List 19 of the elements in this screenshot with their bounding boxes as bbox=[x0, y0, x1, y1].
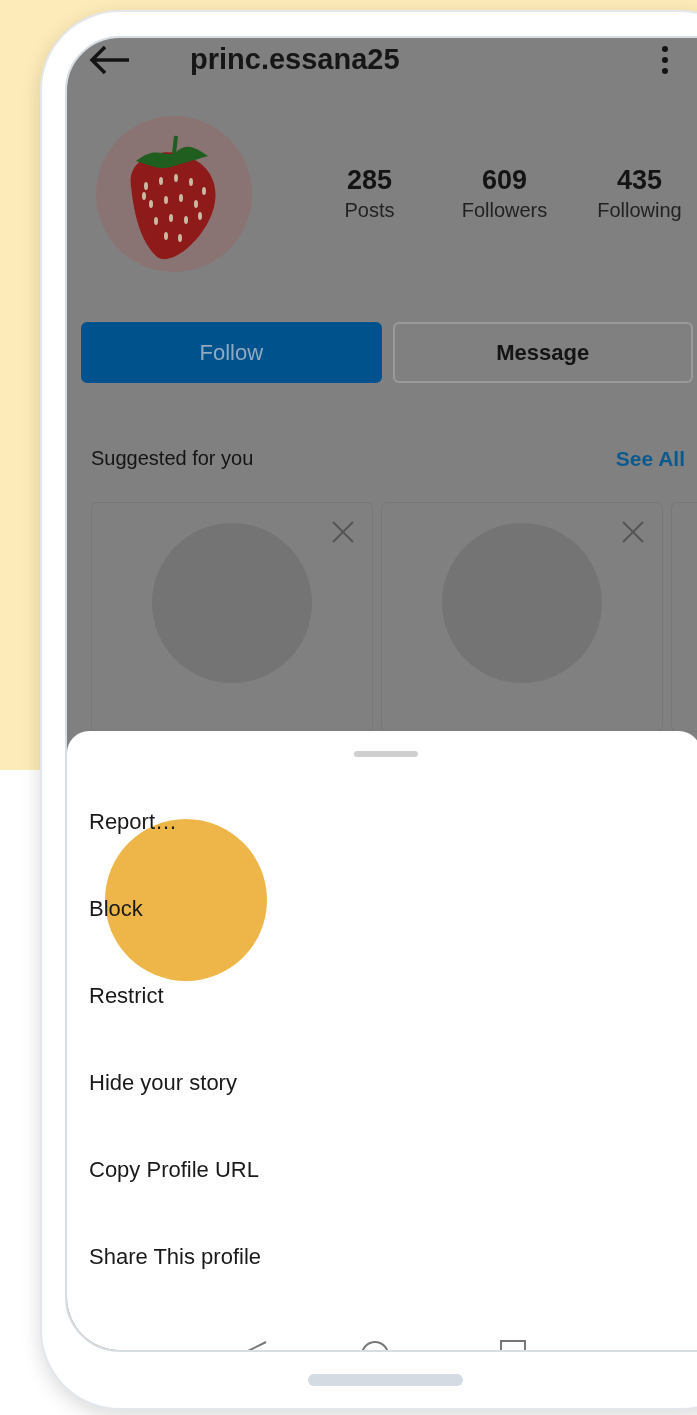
menu-item[interactable]: Report… bbox=[89, 809, 178, 835]
menu-item[interactable]: Hide your story bbox=[89, 1070, 237, 1096]
nav-recents-icon[interactable] bbox=[500, 1340, 526, 1350]
sheet-handle[interactable] bbox=[354, 751, 418, 757]
menu-item[interactable]: Copy Profile URL bbox=[89, 1157, 259, 1183]
message-button[interactable]: Message bbox=[392, 321, 693, 383]
stat-label: Posts bbox=[344, 197, 395, 223]
stat-label: Followers bbox=[461, 197, 548, 223]
more-options-icon[interactable] bbox=[661, 44, 669, 75]
stat-count: 285 bbox=[346, 163, 393, 196]
profile-username: princ.essana25 bbox=[190, 42, 400, 77]
stat-label: Following bbox=[597, 197, 682, 223]
stat-count: 435 bbox=[616, 163, 663, 196]
section-title: Suggested for you bbox=[91, 446, 254, 472]
stat-count: 609 bbox=[481, 163, 528, 196]
menu-item[interactable]: Share This profile bbox=[89, 1244, 261, 1270]
menu-item[interactable]: Restrict bbox=[89, 983, 164, 1009]
nav-home-icon[interactable] bbox=[360, 1340, 390, 1350]
back-arrow-icon[interactable] bbox=[89, 44, 131, 75]
